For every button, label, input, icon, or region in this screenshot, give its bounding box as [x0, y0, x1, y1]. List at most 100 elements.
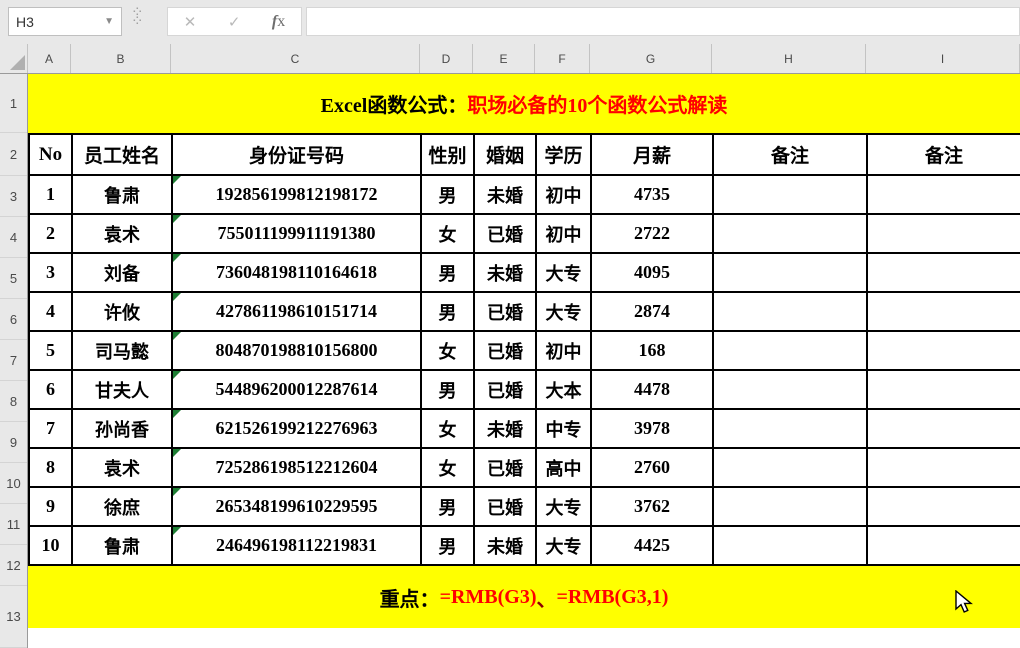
- cell-edu[interactable]: 初中: [535, 174, 592, 215]
- cell-marital[interactable]: 已婚: [473, 447, 537, 488]
- cell-marital[interactable]: 未婚: [473, 174, 537, 215]
- cell-marital[interactable]: 未婚: [473, 252, 537, 293]
- cell-id[interactable]: 755011199911191380: [171, 213, 422, 254]
- cell-salary[interactable]: 3762: [590, 486, 714, 527]
- row-number-4[interactable]: 4: [0, 217, 27, 258]
- cell-marital[interactable]: 已婚: [473, 330, 537, 371]
- cell-salary[interactable]: 4735: [590, 174, 714, 215]
- cell-id[interactable]: 246496198112219831: [171, 525, 422, 566]
- cell-no[interactable]: 4: [28, 291, 73, 332]
- cell-edu[interactable]: 初中: [535, 330, 592, 371]
- cell-gender[interactable]: 女: [420, 330, 475, 371]
- cell-gender[interactable]: 男: [420, 525, 475, 566]
- column-header-B[interactable]: B: [71, 44, 171, 73]
- cell-note1[interactable]: [712, 291, 868, 332]
- cell-note1[interactable]: [712, 252, 868, 293]
- cell-name[interactable]: 袁术: [71, 213, 173, 254]
- column-header-I[interactable]: I: [866, 44, 1020, 73]
- row-number-1[interactable]: 1: [0, 74, 27, 133]
- cell-name[interactable]: 鲁肃: [71, 174, 173, 215]
- row-number-9[interactable]: 9: [0, 422, 27, 463]
- cell-note1[interactable]: [712, 486, 868, 527]
- cell-marital[interactable]: 已婚: [473, 213, 537, 254]
- cell-note1[interactable]: [712, 525, 868, 566]
- header-salary[interactable]: 月薪: [590, 133, 714, 176]
- cell-note2[interactable]: [866, 486, 1020, 527]
- cell-no[interactable]: 10: [28, 525, 73, 566]
- column-header-D[interactable]: D: [420, 44, 473, 73]
- cell-note1[interactable]: [712, 369, 868, 410]
- cell-note2[interactable]: [866, 330, 1020, 371]
- cell-note1[interactable]: [712, 174, 868, 215]
- cancel-icon[interactable]: ✕: [184, 13, 197, 31]
- header-marital[interactable]: 婚姻: [473, 133, 537, 176]
- row-number-10[interactable]: 10: [0, 463, 27, 504]
- insert-function-icon[interactable]: fx: [272, 13, 285, 31]
- cell-edu[interactable]: 初中: [535, 213, 592, 254]
- cell-id[interactable]: 621526199212276963: [171, 408, 422, 449]
- cell-no[interactable]: 6: [28, 369, 73, 410]
- cell-salary[interactable]: 2722: [590, 213, 714, 254]
- cell-id[interactable]: 736048198110164618: [171, 252, 422, 293]
- row-number-7[interactable]: 7: [0, 340, 27, 381]
- enter-icon[interactable]: ✓: [228, 13, 241, 31]
- select-all-corner[interactable]: [0, 44, 28, 73]
- cell-gender[interactable]: 女: [420, 213, 475, 254]
- row-number-8[interactable]: 8: [0, 381, 27, 422]
- cell-note1[interactable]: [712, 330, 868, 371]
- cell-note1[interactable]: [712, 408, 868, 449]
- cell-edu[interactable]: 大专: [535, 252, 592, 293]
- cell-note2[interactable]: [866, 213, 1020, 254]
- header-no[interactable]: No: [28, 133, 73, 176]
- cell-name[interactable]: 刘备: [71, 252, 173, 293]
- row-number-12[interactable]: 12: [0, 545, 27, 586]
- cell-salary[interactable]: 2760: [590, 447, 714, 488]
- cell-note2[interactable]: [866, 174, 1020, 215]
- row-number-13[interactable]: 13: [0, 586, 27, 648]
- cell-name[interactable]: 许攸: [71, 291, 173, 332]
- column-header-E[interactable]: E: [473, 44, 535, 73]
- cell-id[interactable]: 544896200012287614: [171, 369, 422, 410]
- header-education[interactable]: 学历: [535, 133, 592, 176]
- name-box[interactable]: H3 ▼: [8, 7, 122, 36]
- cell-no[interactable]: 9: [28, 486, 73, 527]
- header-name[interactable]: 员工姓名: [71, 133, 173, 176]
- cell-gender[interactable]: 男: [420, 369, 475, 410]
- cell-name[interactable]: 鲁肃: [71, 525, 173, 566]
- cell-marital[interactable]: 未婚: [473, 525, 537, 566]
- cell-gender[interactable]: 男: [420, 291, 475, 332]
- cell-salary[interactable]: 3978: [590, 408, 714, 449]
- header-note-1[interactable]: 备注: [712, 133, 868, 176]
- formula-bar-input[interactable]: [306, 7, 1020, 36]
- cell-note2[interactable]: [866, 369, 1020, 410]
- cell-gender[interactable]: 男: [420, 252, 475, 293]
- row-number-5[interactable]: 5: [0, 258, 27, 299]
- cell-name[interactable]: 甘夫人: [71, 369, 173, 410]
- column-header-G[interactable]: G: [590, 44, 712, 73]
- cell-note1[interactable]: [712, 213, 868, 254]
- column-header-A[interactable]: A: [28, 44, 71, 73]
- cell-name[interactable]: 徐庶: [71, 486, 173, 527]
- cell-no[interactable]: 3: [28, 252, 73, 293]
- cell-id[interactable]: 427861198610151714: [171, 291, 422, 332]
- title-banner-cell[interactable]: Excel函数公式： 职场必备的10个函数公式解读: [28, 74, 1020, 133]
- cell-edu[interactable]: 大本: [535, 369, 592, 410]
- column-header-H[interactable]: H: [712, 44, 866, 73]
- cell-edu[interactable]: 大专: [535, 486, 592, 527]
- row-number-6[interactable]: 6: [0, 299, 27, 340]
- cell-name[interactable]: 司马懿: [71, 330, 173, 371]
- cell-name[interactable]: 孙尚香: [71, 408, 173, 449]
- cell-note1[interactable]: [712, 447, 868, 488]
- cell-salary[interactable]: 4425: [590, 525, 714, 566]
- cell-no[interactable]: 7: [28, 408, 73, 449]
- footer-banner-cell[interactable]: 重点： =RMB(G3)、 =RMB(G3,1): [28, 566, 1020, 628]
- cell-note2[interactable]: [866, 408, 1020, 449]
- cell-salary[interactable]: 4095: [590, 252, 714, 293]
- cell-salary[interactable]: 168: [590, 330, 714, 371]
- cell-gender[interactable]: 男: [420, 174, 475, 215]
- cell-edu[interactable]: 大专: [535, 291, 592, 332]
- cell-note2[interactable]: [866, 252, 1020, 293]
- cell-marital[interactable]: 已婚: [473, 486, 537, 527]
- cell-id[interactable]: 265348199610229595: [171, 486, 422, 527]
- column-header-C[interactable]: C: [171, 44, 420, 73]
